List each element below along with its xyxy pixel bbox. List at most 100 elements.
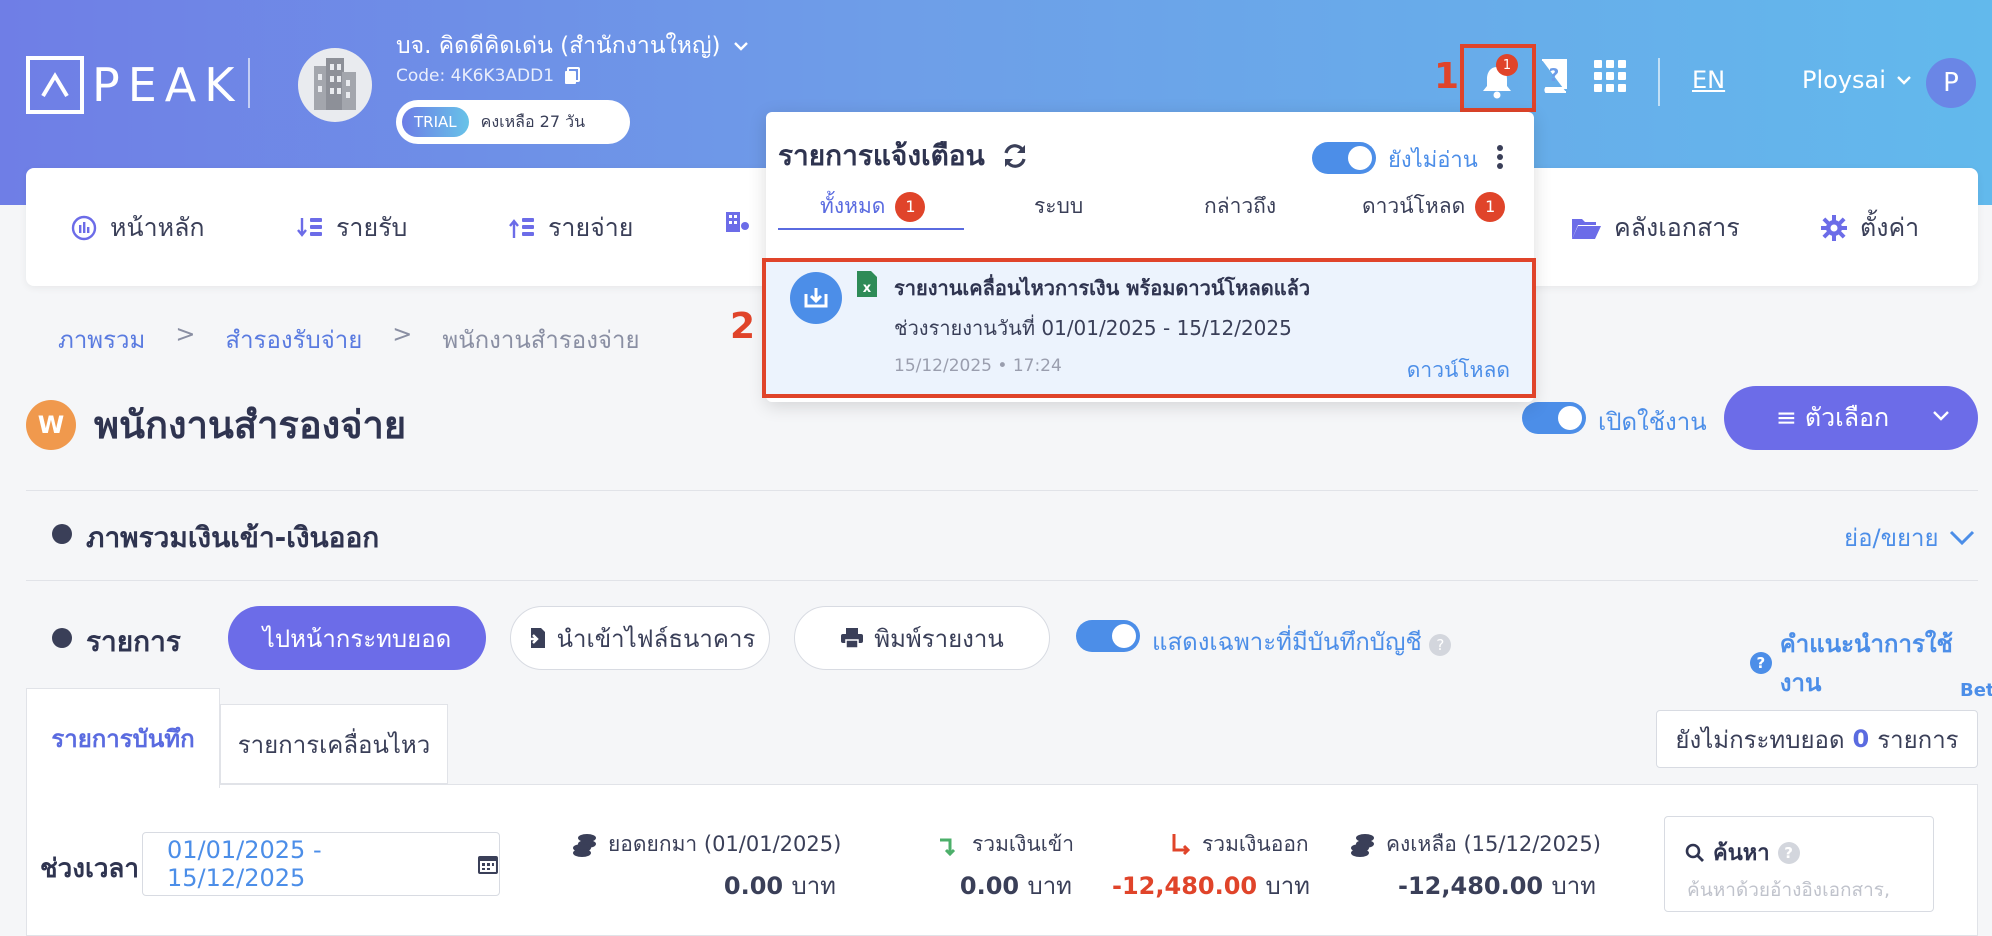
search-icon bbox=[1685, 843, 1704, 862]
more-vertical-icon[interactable] bbox=[1496, 144, 1504, 170]
amount: -12,480.00 bbox=[1112, 872, 1258, 900]
notif-tab-system[interactable]: ระบบ bbox=[1034, 190, 1083, 223]
notif-tab-label: กล่าวถึง bbox=[1204, 194, 1277, 218]
beta-label: Bet bbox=[1960, 680, 1992, 701]
enabled-label: เปิดใช้งาน bbox=[1598, 408, 1707, 436]
refresh-icon[interactable] bbox=[1001, 142, 1029, 170]
notif-tab-badge: 1 bbox=[1475, 191, 1506, 222]
currency-unit: บาท bbox=[791, 872, 836, 900]
trial-status[interactable]: TRIAL คงเหลือ 27 วัน bbox=[396, 100, 630, 144]
unread-only-toggle[interactable] bbox=[1312, 142, 1376, 174]
unread-only-label: ยังไม่อ่าน bbox=[1388, 148, 1478, 173]
currency-unit: บาท bbox=[1551, 872, 1596, 900]
search-label: ค้นหา bbox=[1713, 841, 1770, 866]
logo-mark bbox=[26, 56, 84, 114]
building-pin-icon bbox=[726, 212, 749, 232]
apps-grid-icon[interactable] bbox=[1594, 60, 1626, 92]
currency-unit: บาท bbox=[1265, 872, 1310, 900]
search-title: ค้นหา ? bbox=[1685, 835, 1800, 870]
trial-badge: TRIAL bbox=[402, 107, 469, 137]
tab-movements[interactable]: รายการเคลื่อนไหว bbox=[220, 704, 448, 784]
printer-icon bbox=[841, 628, 864, 649]
enabled-toggle[interactable] bbox=[1522, 402, 1586, 434]
question-icon[interactable]: ? bbox=[1429, 634, 1452, 656]
amount: -12,480.00 bbox=[1398, 872, 1544, 900]
page-title-row: W พนักงานสำรองจ่าย bbox=[26, 394, 406, 455]
notification-count-badge: 1 bbox=[1496, 54, 1518, 76]
breadcrumb-overview[interactable]: ภาพรวม bbox=[58, 320, 145, 359]
import-bank-file-button[interactable]: นำเข้าไฟล์ธนาคาร bbox=[510, 606, 770, 670]
overview-section-title: ภาพรวมเงินเข้า-เงินออก bbox=[86, 521, 380, 554]
notif-tab-label: ทั้งหมด bbox=[820, 194, 886, 218]
trial-remaining: คงเหลือ 27 วัน bbox=[480, 111, 586, 131]
tab-records[interactable]: รายการบันทึก bbox=[26, 688, 220, 788]
peak-logo[interactable]: PEAK bbox=[26, 56, 242, 114]
building-icon bbox=[314, 58, 356, 110]
notif-tab-mentions[interactable]: กล่าวถึง bbox=[1204, 190, 1276, 223]
nav-item-home[interactable]: หน้าหลัก bbox=[70, 208, 205, 248]
question-icon: ? bbox=[1750, 652, 1772, 674]
section-divider bbox=[26, 580, 1978, 581]
total-in-value: 0.00 บาท bbox=[880, 866, 1072, 905]
print-report-button[interactable]: พิมพ์รายงาน bbox=[794, 606, 1050, 670]
nav-item-assets[interactable] bbox=[724, 208, 752, 236]
notification-item-time: 15/12/2025 • 17:24 bbox=[894, 356, 1062, 376]
question-icon[interactable]: ? bbox=[1777, 841, 1800, 864]
nav-item-documents[interactable]: คลังเอกสาร bbox=[1570, 208, 1740, 248]
company-avatar[interactable] bbox=[298, 48, 372, 122]
date-range-picker[interactable]: 01/01/2025 - 15/12/2025 bbox=[142, 832, 500, 896]
notification-bell-button[interactable]: 1 bbox=[1460, 44, 1536, 112]
user-avatar[interactable]: P bbox=[1926, 58, 1976, 108]
show-booked-only-toggle[interactable] bbox=[1076, 620, 1140, 652]
go-reconcile-button[interactable]: ไปหน้ากระทบยอด bbox=[228, 606, 486, 670]
amount: 0.00 bbox=[959, 872, 1020, 900]
notif-tab-all[interactable]: ทั้งหมด 1 bbox=[820, 190, 926, 223]
list-section-title: รายการ bbox=[86, 625, 181, 658]
notif-tab-label: ดาวน์โหลด bbox=[1362, 194, 1466, 218]
expense-icon bbox=[509, 218, 534, 238]
collapse-toggle[interactable]: ย่อ/ขยาย bbox=[1844, 518, 1975, 557]
total-out-text: รวมเงินออก bbox=[1202, 832, 1309, 856]
user-menu[interactable]: Ploysai bbox=[1802, 66, 1912, 94]
opening-balance-label: ยอดยกมา (01/01/2025) bbox=[572, 828, 841, 861]
usage-guide-link[interactable]: ? คำแนะนำการใช้งาน bbox=[1750, 624, 1992, 702]
show-booked-only-label: แสดงเฉพาะที่มีบันทึกบัญชี ? bbox=[1152, 622, 1452, 661]
chevron-down-icon bbox=[1897, 76, 1911, 85]
opening-balance-value: 0.00 บาท bbox=[600, 866, 836, 905]
nav-item-expense[interactable]: รายจ่าย bbox=[508, 208, 633, 248]
nav-item-income[interactable]: รายรับ bbox=[296, 208, 407, 248]
dashboard-icon bbox=[71, 215, 97, 241]
account-badge: W bbox=[26, 399, 76, 450]
unreconciled-suffix: รายการ bbox=[1877, 725, 1959, 754]
notification-item[interactable]: x รายงานเคลื่อนไหวการเงิน พร้อมดาวน์โหลด… bbox=[762, 258, 1536, 398]
gear-icon bbox=[1821, 215, 1847, 241]
language-switch[interactable]: EN bbox=[1692, 66, 1725, 94]
search-input[interactable]: ค้นหาด้วยอ้างอิงเอกสาร, bbox=[1687, 875, 1927, 905]
chevron-down-icon bbox=[733, 42, 748, 51]
notification-download-link[interactable]: ดาวน์โหลด bbox=[1407, 354, 1510, 387]
arrow-out-icon bbox=[1172, 833, 1191, 855]
svg-text:x: x bbox=[863, 281, 872, 296]
options-button[interactable]: ≡ ตัวเลือก bbox=[1724, 386, 1978, 450]
company-name: บจ. คิดดีคิดเด่น (สำนักงานใหญ่) bbox=[396, 33, 721, 59]
notification-dropdown: รายการแจ้งเตือน ยังไม่อ่าน ทั้งหมด 1 ระบ… bbox=[762, 112, 1536, 402]
coins-icon bbox=[1351, 833, 1374, 857]
income-icon bbox=[297, 218, 322, 237]
unreconciled-count-button[interactable]: ยังไม่กระทบยอด 0 รายการ bbox=[1656, 710, 1978, 768]
user-name: Ploysai bbox=[1802, 66, 1886, 94]
copy-icon[interactable] bbox=[564, 67, 581, 85]
page-title: พนักงานสำรองจ่าย bbox=[94, 403, 407, 447]
notif-tab-downloads[interactable]: ดาวน์โหลด 1 bbox=[1362, 190, 1506, 223]
notification-header: รายการแจ้งเตือน bbox=[778, 134, 1029, 178]
nav-item-settings[interactable]: ตั้งค่า bbox=[1820, 208, 1919, 248]
unreconciled-prefix: ยังไม่กระทบยอด bbox=[1675, 725, 1845, 754]
active-tab-indicator bbox=[778, 228, 964, 230]
search-box[interactable]: ค้นหา ? ค้นหาด้วยอ้างอิงเอกสาร, bbox=[1664, 816, 1934, 912]
breadcrumb-separator: > bbox=[392, 320, 413, 348]
company-switcher[interactable]: บจ. คิดดีคิดเด่น (สำนักงานใหญ่) bbox=[396, 28, 749, 64]
show-booked-only-text: แสดงเฉพาะที่มีบันทึกบัญชี bbox=[1152, 628, 1422, 656]
breadcrumb-petty-cash[interactable]: สำรองรับจ่าย bbox=[225, 320, 362, 359]
notif-tab-badge: 1 bbox=[895, 191, 926, 222]
help-book-icon[interactable]: ? bbox=[1538, 58, 1570, 94]
options-label: ≡ ตัวเลือก bbox=[1776, 403, 1890, 432]
